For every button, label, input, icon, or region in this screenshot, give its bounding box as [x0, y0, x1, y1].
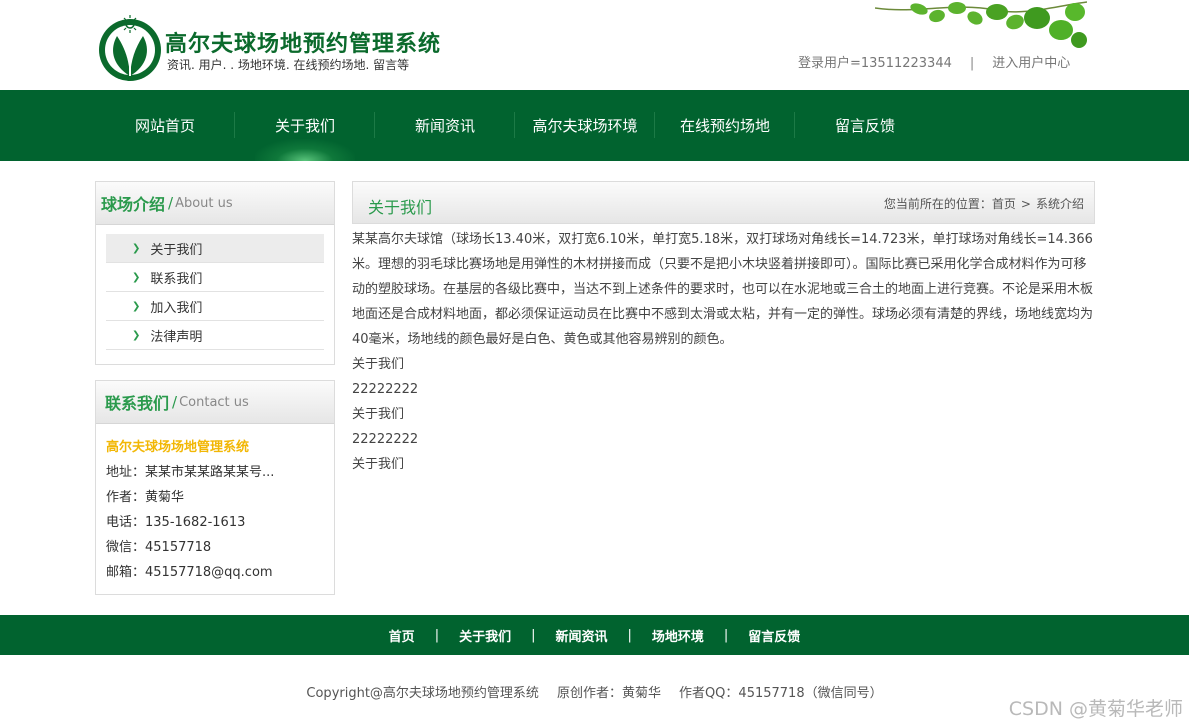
nav-item-environment[interactable]: 高尔夫球场环境 [515, 90, 655, 161]
nav-item-news[interactable]: 新闻资讯 [375, 90, 515, 161]
site-slogan: 资讯. 用户. . 场地环境. 在线预约场地. 留言等 [167, 58, 410, 72]
content-line: 关于我们 [352, 407, 405, 422]
login-user-text: 登录用户=13511223344 [798, 56, 952, 71]
nav-item-booking[interactable]: 在线预约场地 [655, 90, 795, 161]
chevron-right-icon: ❯ [132, 271, 141, 283]
contact-box-title: 联系我们 [105, 394, 170, 413]
content-line: 关于我们 [352, 457, 405, 472]
side-item-about[interactable]: ❯ 关于我们 [106, 234, 324, 263]
contact-wechat: 微信：45157718 [106, 540, 212, 555]
chevron-right-icon: ❯ [132, 242, 141, 254]
chevron-right-icon: ❯ [132, 329, 141, 341]
title-slash: / [168, 194, 174, 212]
copyright-author: 原创作者：黄菊华 [556, 686, 661, 701]
nav-item-about[interactable]: 关于我们 [235, 90, 375, 161]
main-content-header: 关于我们 您当前所在的位置：首页 > 系统介绍 [352, 181, 1095, 224]
breadcrumb: 您当前所在的位置：首页 > 系统介绍 [884, 195, 1084, 212]
footer-separator: | [627, 627, 632, 643]
page-title: 关于我们 [368, 198, 433, 217]
about-box-title: 球场介绍 [101, 195, 166, 214]
content-line: 22222222 [352, 382, 419, 397]
side-item-contact[interactable]: ❯ 联系我们 [106, 263, 324, 292]
about-side-list: ❯ 关于我们 ❯ 联系我们 ❯ 加入我们 ❯ 法律声明 [106, 234, 324, 350]
breadcrumb-prefix: 您当前所在的位置： [883, 197, 992, 211]
footer-separator: | [531, 627, 536, 643]
side-item-legal[interactable]: ❯ 法律声明 [106, 321, 324, 350]
side-item-join[interactable]: ❯ 加入我们 [106, 292, 324, 321]
user-bar-separator: | [969, 56, 975, 71]
about-box-header: 球场介绍 / About us [96, 182, 334, 225]
main-nav: 网站首页 关于我们 新闻资讯 高尔夫球场环境 在线预约场地 留言反馈 [0, 90, 1189, 161]
breadcrumb-separator: > [1020, 197, 1031, 211]
title-slash: / [172, 393, 178, 411]
footer-link-about[interactable]: 关于我们 [459, 626, 511, 645]
site-title: 高尔夫球场地预约管理系统 [165, 32, 442, 57]
contact-box-subtitle: Contact us [179, 394, 249, 410]
user-bar: 登录用户=13511223344 | 进入用户中心 [798, 52, 1070, 71]
logo-icon [99, 15, 161, 81]
footer-separator: | [723, 627, 729, 643]
csdn-watermark: CSDN @黄菊华老师 [1008, 698, 1183, 720]
footer-link-environment[interactable]: 场地环境 [652, 626, 704, 645]
user-center-link[interactable]: 进入用户中心 [992, 56, 1070, 71]
footer-link-feedback[interactable]: 留言反馈 [748, 626, 800, 645]
footer-separator: | [434, 627, 440, 643]
breadcrumb-home-link[interactable]: 首页 [992, 197, 1016, 211]
contact-address: 地址：某某市某某路某某号... [106, 465, 275, 480]
about-sidebar-box: 球场介绍 / About us ❯ 关于我们 ❯ 联系我们 ❯ 加入我们 ❯ 法律声明 [95, 181, 335, 365]
contact-phone: 电话：135-1682-1613 [106, 515, 246, 530]
footer-link-home[interactable]: 首页 [389, 626, 415, 645]
intro-paragraph: 某某高尔夫球馆（球场长13.40米，双打宽6.10米，单打宽5.18米，双打球场… [352, 232, 1094, 347]
content-line: 关于我们 [352, 357, 405, 372]
side-item-label: 加入我们 [150, 300, 203, 316]
chevron-right-icon: ❯ [132, 300, 141, 312]
copyright-text: Copyright@高尔夫球场地预约管理系统 [306, 686, 539, 701]
about-box-subtitle: About us [175, 195, 233, 211]
contact-body: 高尔夫球场场地管理系统 地址：某某市某某路某某号... 作者：黄菊华 电话：13… [106, 435, 274, 585]
contact-author: 作者：黄菊华 [106, 490, 185, 505]
contact-company-name: 高尔夫球场场地管理系统 [106, 440, 250, 455]
side-item-label: 联系我们 [150, 271, 203, 287]
nav-item-feedback[interactable]: 留言反馈 [795, 90, 935, 161]
nav-item-home[interactable]: 网站首页 [95, 90, 235, 161]
footer-nav: 首页 | 关于我们 | 新闻资讯 | 场地环境 | 留言反馈 [0, 615, 1189, 655]
content-line: 22222222 [352, 432, 419, 447]
side-item-label: 法律声明 [150, 329, 203, 345]
contact-sidebar-box: 联系我们 / Contact us 高尔夫球场场地管理系统 地址：某某市某某路某某号… [95, 380, 335, 595]
footer-link-news[interactable]: 新闻资讯 [555, 626, 607, 645]
side-item-label: 关于我们 [150, 242, 203, 258]
leaves-decoration-icon [875, 1, 1087, 48]
copyright-qq: 作者QQ：45157718（微信同号） [678, 686, 883, 701]
contact-email: 邮箱：45157718@qq.com [106, 565, 273, 580]
breadcrumb-current: 系统介绍 [1035, 197, 1084, 211]
main-content: 某某高尔夫球馆（球场长13.40米，双打宽6.10米，单打宽5.18米，双打球场… [352, 227, 1095, 477]
contact-box-header: 联系我们 / Contact us [96, 381, 334, 424]
site-header: 高尔夫球场地预约管理系统 资讯. 用户. . 场地环境. 在线预约场地. 留言等… [0, 0, 1189, 90]
